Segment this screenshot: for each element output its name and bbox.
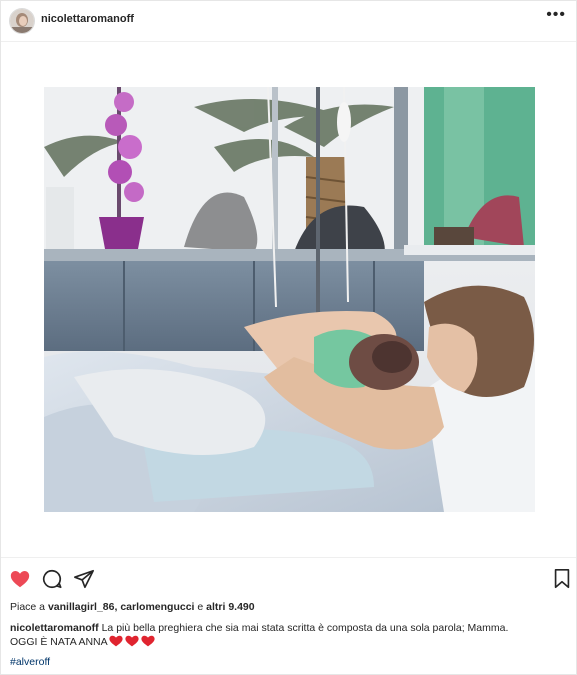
post-header: nicolettaromanoff ••• xyxy=(1,1,576,42)
share-icon[interactable] xyxy=(73,568,95,590)
likes-prefix: Piace a xyxy=(10,601,48,613)
heart-emoji xyxy=(109,635,123,647)
avatar[interactable] xyxy=(9,8,35,34)
post-username[interactable]: nicolettaromanoff xyxy=(41,13,134,25)
more-horizontal-icon[interactable]: ••• xyxy=(546,7,566,23)
liker-link[interactable]: vanillagirl_86 xyxy=(48,601,115,613)
caption-line2: OGGI È NATA ANNA xyxy=(10,636,108,648)
heart-emoji xyxy=(125,635,139,647)
heart-emoji-group xyxy=(108,635,156,651)
caption-text: La più bella preghiera che sia mai stata… xyxy=(101,622,509,634)
likes-summary: Piace a vanillagirl_86, carlomengucci e … xyxy=(10,601,255,613)
post-actions xyxy=(1,563,576,593)
likes-others-link[interactable]: altri 9.490 xyxy=(206,601,254,613)
heart-filled-icon[interactable] xyxy=(9,568,31,590)
instagram-post: nicolettaromanoff ••• Piace a vanillagir… xyxy=(0,0,577,675)
post-media xyxy=(1,42,576,558)
heart-emoji xyxy=(141,635,155,647)
post-caption: nicolettaromanoff La più bella preghiera… xyxy=(10,621,570,651)
caption-username[interactable]: nicolettaromanoff xyxy=(10,622,99,634)
post-photo[interactable] xyxy=(44,87,535,512)
bookmark-icon[interactable] xyxy=(551,568,573,590)
likes-conjunction: e xyxy=(194,601,207,613)
comment-icon[interactable] xyxy=(41,568,63,590)
liker-link[interactable]: carlomengucci xyxy=(120,601,194,613)
hashtag-link[interactable]: #alveroff xyxy=(10,656,50,668)
